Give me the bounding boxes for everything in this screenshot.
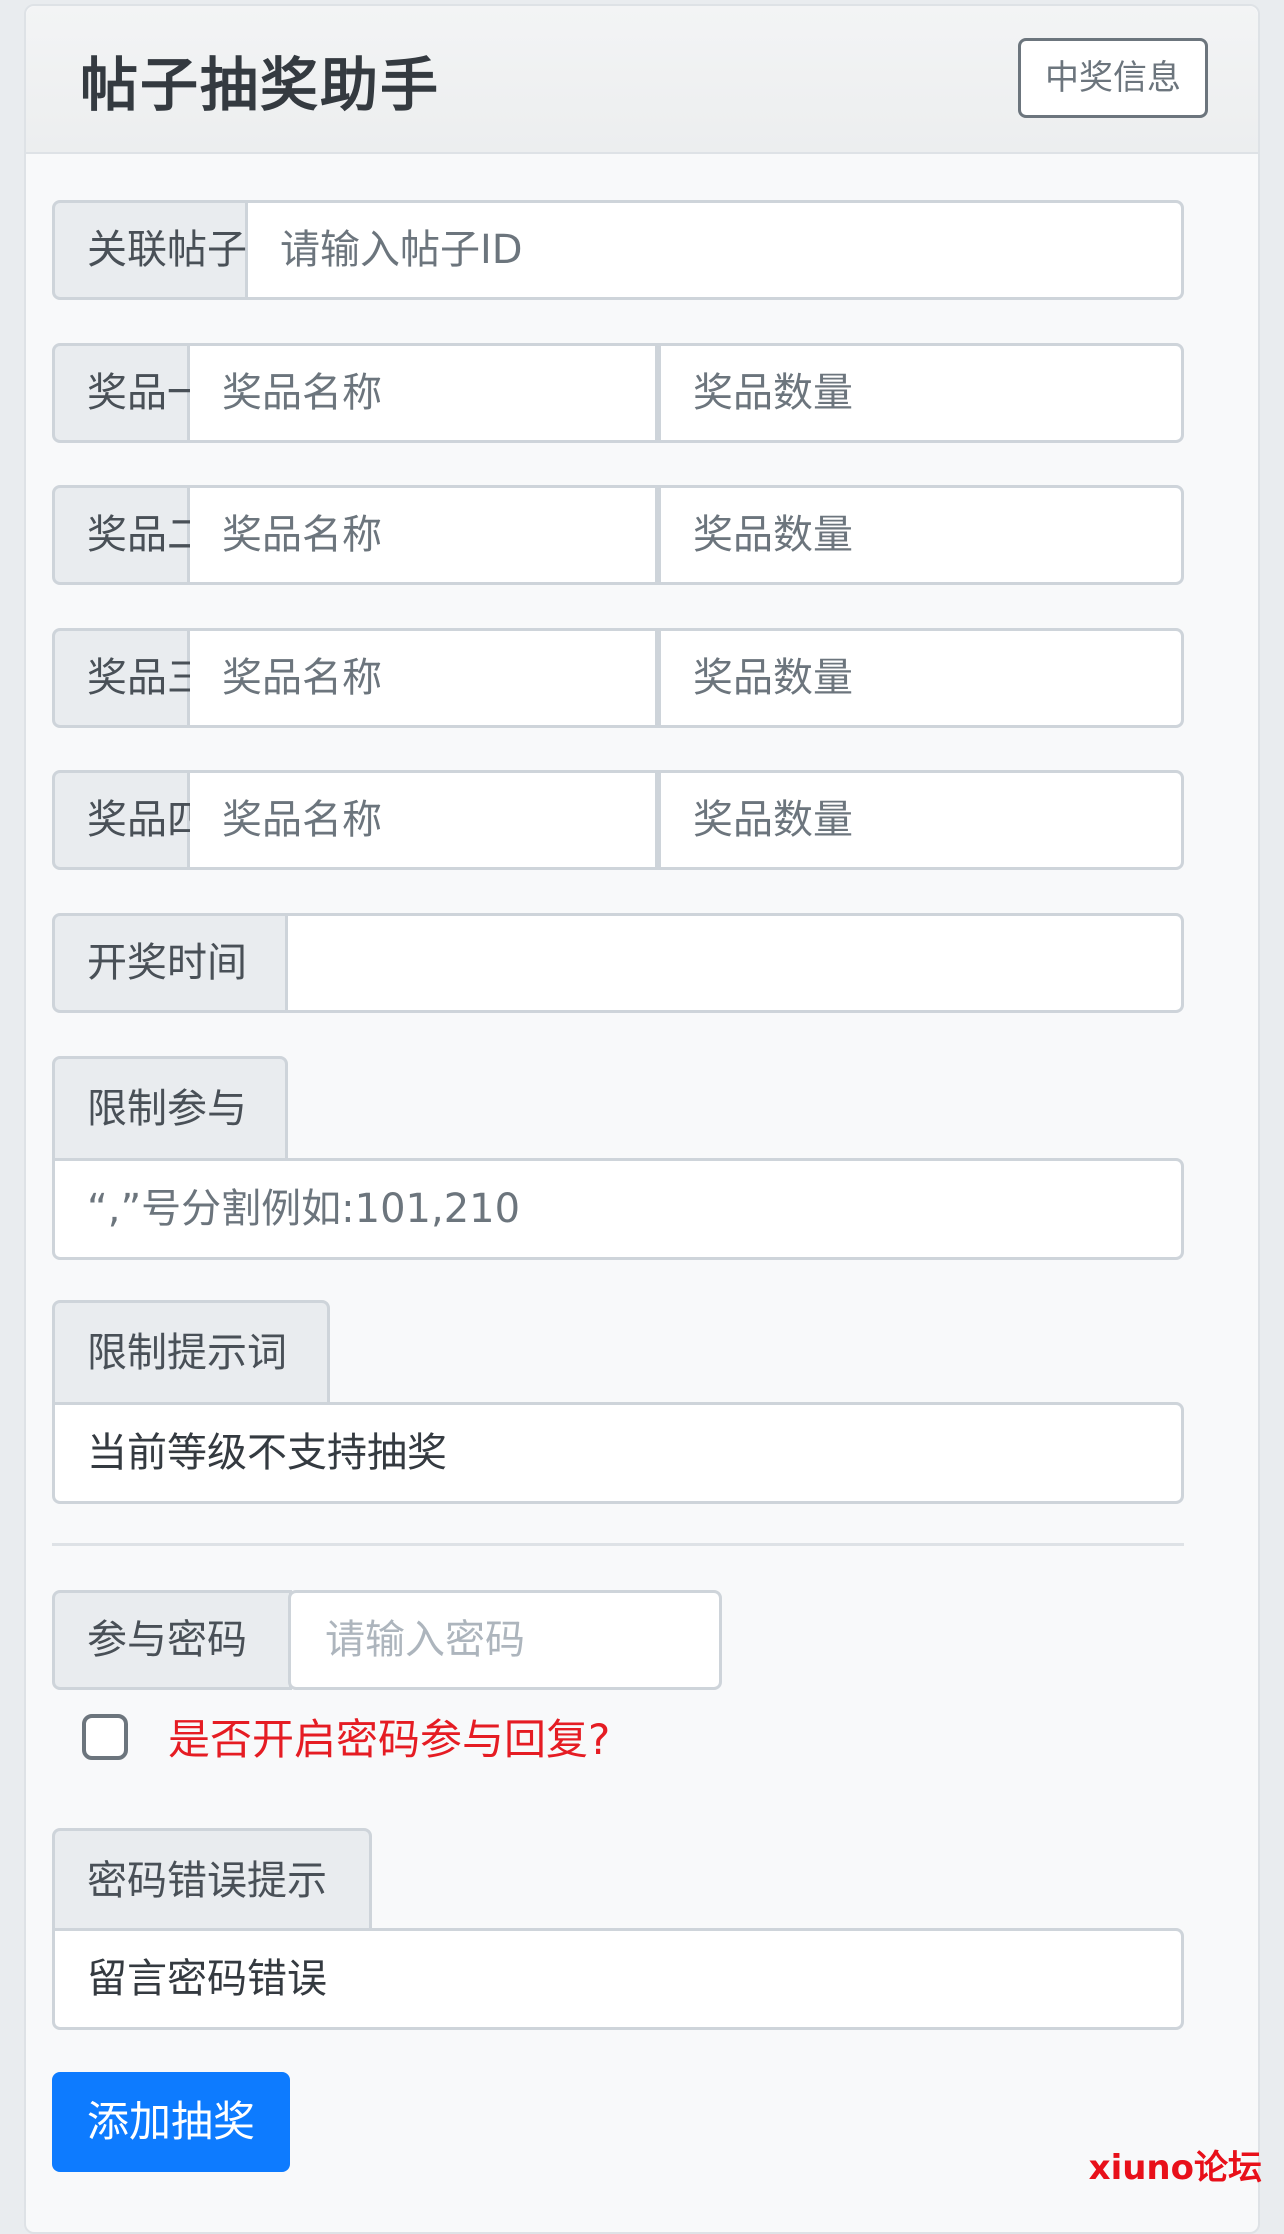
prize-name-input[interactable]: 奖品名称: [190, 485, 658, 585]
prize-row-2: 奖品二 奖品名称 奖品数量: [52, 485, 1184, 585]
post-id-input[interactable]: 请输入帖子ID: [248, 200, 1184, 300]
prize-row-1: 奖品一 奖品名称 奖品数量: [52, 343, 1184, 443]
password-group: 参与密码: [52, 1590, 292, 1690]
draw-time-label: 开奖时间: [52, 913, 288, 1013]
restrict-input[interactable]: “,”号分割例如:101,210: [52, 1158, 1184, 1260]
prize-label: 奖品一: [52, 343, 207, 443]
add-lottery-button[interactable]: 添加抽奖: [52, 2072, 290, 2172]
page-title: 帖子抽奖助手: [80, 51, 441, 119]
card-header: 帖子抽奖助手 中奖信息: [26, 6, 1258, 154]
prize-label: 奖品三: [52, 628, 207, 728]
password-error-input[interactable]: 留言密码错误: [52, 1928, 1184, 2030]
password-reply-checkbox[interactable]: [82, 1714, 128, 1760]
draw-time-group: 开奖时间: [52, 913, 1184, 1013]
password-label: 参与密码: [52, 1590, 292, 1690]
divider: [52, 1543, 1184, 1546]
winners-info-button[interactable]: 中奖信息: [1018, 38, 1208, 118]
prize-row-4: 奖品四 奖品名称 奖品数量: [52, 770, 1184, 870]
password-input[interactable]: 请输入密码: [288, 1590, 722, 1690]
restrict-hint-input[interactable]: 当前等级不支持抽奖: [52, 1402, 1184, 1504]
post-id-group: 关联帖子ID 请输入帖子ID: [52, 200, 1184, 300]
post-id-label: 关联帖子ID: [52, 200, 290, 300]
watermark-logo: xiuno论坛: [1088, 2148, 1262, 2188]
prize-row-3: 奖品三 奖品名称 奖品数量: [52, 628, 1184, 728]
draw-time-input[interactable]: [288, 913, 1184, 1013]
password-error-label: 密码错误提示: [52, 1828, 372, 1930]
prize-label: 奖品四: [52, 770, 207, 870]
prize-name-input[interactable]: 奖品名称: [190, 628, 658, 728]
prize-quantity-input[interactable]: 奖品数量: [658, 343, 1184, 443]
prize-name-input[interactable]: 奖品名称: [190, 343, 658, 443]
restrict-label: 限制参与: [52, 1056, 288, 1158]
prize-label: 奖品二: [52, 485, 207, 585]
prize-quantity-input[interactable]: 奖品数量: [658, 628, 1184, 728]
prize-quantity-input[interactable]: 奖品数量: [658, 770, 1184, 870]
prize-name-input[interactable]: 奖品名称: [190, 770, 658, 870]
prize-quantity-input[interactable]: 奖品数量: [658, 485, 1184, 585]
password-reply-label[interactable]: 是否开启密码参与回复?: [168, 1706, 610, 1767]
restrict-hint-label: 限制提示词: [52, 1300, 330, 1402]
